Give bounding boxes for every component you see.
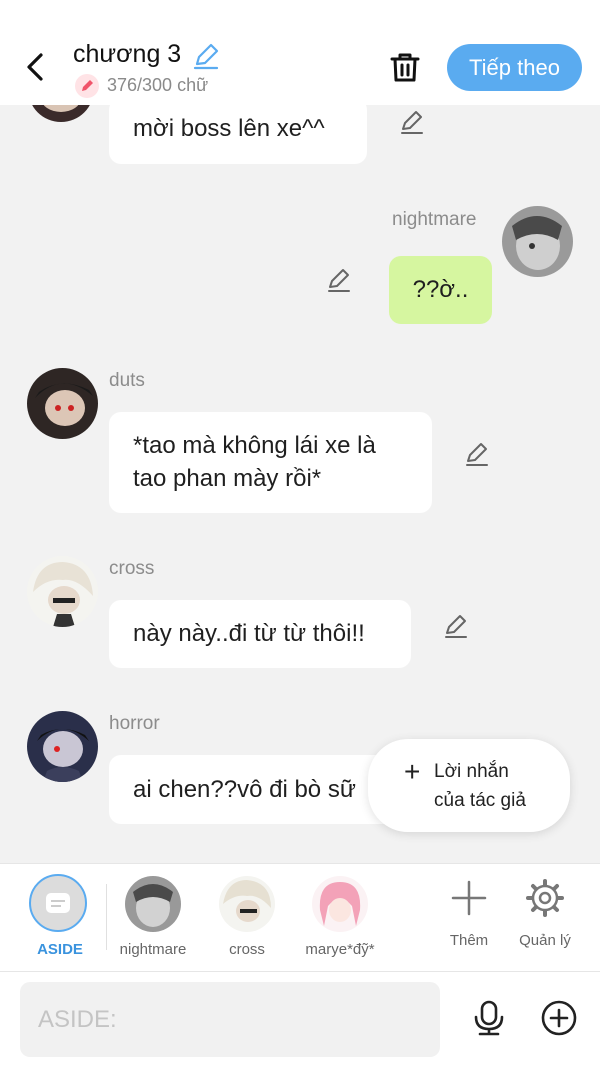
plus-icon (451, 880, 487, 916)
message-bubble[interactable]: ??ờ.. (389, 256, 492, 324)
author-note-label-line1: Lời nhắn (434, 761, 509, 782)
delete-button[interactable] (388, 50, 422, 84)
sender-name: nightmare (392, 209, 477, 230)
more-label: Thêm (449, 932, 489, 949)
avatar (219, 876, 275, 932)
message-input[interactable] (20, 982, 440, 1057)
aside-avatar (29, 874, 87, 932)
pencil-icon (445, 615, 467, 638)
divider (106, 884, 107, 950)
microphone-icon (474, 1000, 504, 1036)
word-count: 376/300 chữ (107, 75, 209, 95)
back-arrow-icon (27, 53, 43, 81)
edit-message-button[interactable] (463, 440, 491, 468)
avatar[interactable] (27, 711, 98, 782)
message-line: *tao mà không lái xe là (133, 432, 376, 459)
message-bubble[interactable]: *tao mà không lái xe là tao phan mày rồi… (109, 412, 432, 513)
message-bubble[interactable]: này này..đi từ từ thôi!! (109, 600, 411, 668)
back-button[interactable] (22, 50, 52, 84)
sender-name: cross (109, 558, 155, 579)
manage-label: Quản lý (519, 932, 571, 949)
message-bubble[interactable]: mời boss lên xe^^ (109, 98, 367, 164)
edit-message-button[interactable] (325, 266, 353, 294)
author-note-label-line2: của tác giả (434, 790, 526, 811)
word-count-pencil-icon (75, 74, 99, 98)
manage-characters-button[interactable]: Quản lý (510, 876, 580, 949)
note-icon (46, 893, 70, 913)
character-label: marye*đỹ* (305, 941, 375, 958)
avatar (125, 876, 181, 932)
avatar (312, 876, 368, 932)
message-bubble[interactable]: ai chen??vô đi bò sữ (109, 755, 409, 824)
pencil-icon (328, 269, 350, 292)
title-edit-button[interactable] (192, 42, 220, 70)
gear-icon (526, 879, 564, 917)
character-label: ASIDE (37, 941, 83, 958)
plus-circle-icon (541, 1000, 577, 1036)
avatar[interactable] (27, 556, 98, 627)
trash-icon (390, 53, 420, 82)
pencil-icon (193, 43, 219, 70)
add-attachment-button[interactable] (540, 999, 578, 1037)
avatar[interactable] (502, 206, 573, 277)
pencil-icon (466, 443, 488, 466)
character-bar: ASIDE nightmare cross marye*đỹ* Thêm Quả… (0, 863, 600, 972)
header-bar: chương 3 376/300 chữ Tiếp theo (0, 0, 600, 105)
sender-name: horror (109, 713, 160, 734)
edit-message-button[interactable] (442, 612, 470, 640)
author-note-button[interactable]: + Lời nhắn của tác giả (368, 739, 570, 832)
add-character-button[interactable]: Thêm (434, 876, 504, 949)
pencil-icon (401, 111, 423, 134)
plus-icon: + (404, 756, 421, 787)
input-bar (0, 971, 600, 1067)
voice-input-button[interactable] (470, 999, 508, 1037)
avatar[interactable] (27, 368, 98, 439)
sender-name: duts (109, 370, 145, 391)
edit-message-button[interactable] (398, 108, 426, 136)
next-button[interactable]: Tiếp theo (447, 44, 582, 91)
message-line: tao phan mày rồi* (133, 465, 322, 492)
character-label: cross (229, 941, 265, 958)
character-label: nightmare (119, 941, 187, 958)
chapter-title[interactable]: chương 3 (73, 40, 181, 69)
